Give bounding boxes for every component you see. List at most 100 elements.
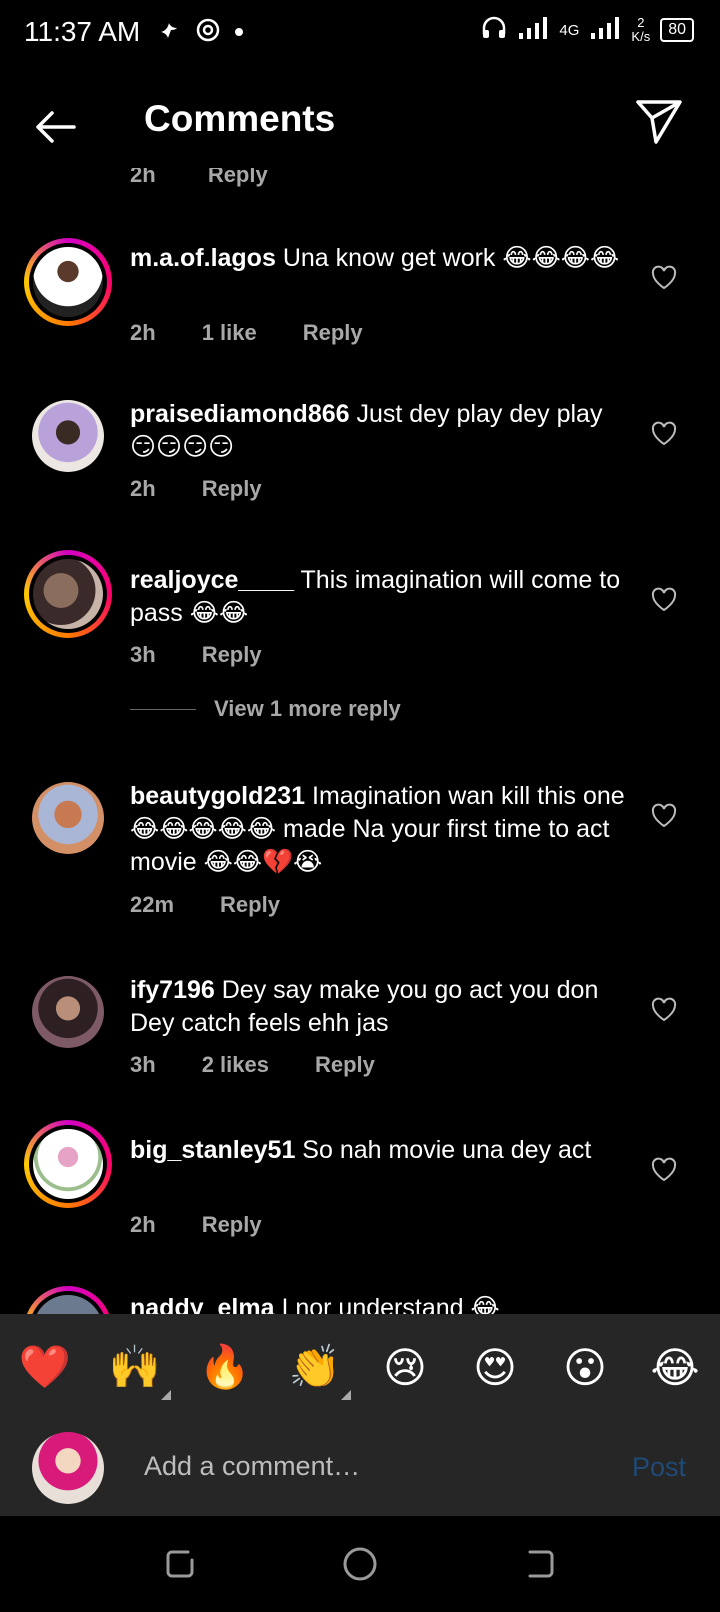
emoji-heart-eyes[interactable]: 😍 (465, 1343, 525, 1392)
comment-meta: 2h Reply (130, 1212, 262, 1238)
like-button[interactable] (650, 586, 678, 614)
comment-body: So nah movie una dey act (295, 1136, 592, 1164)
back-button[interactable] (30, 102, 80, 152)
reply-button[interactable]: Reply (303, 320, 363, 346)
signal-icon (517, 17, 549, 43)
avatar[interactable] (24, 1286, 112, 1314)
view-more-replies[interactable]: View 1 more reply (130, 696, 401, 722)
system-icons: 4G 2 K/s 80 (481, 16, 694, 44)
status-bar: 11:37 AM 4G 2 K/s 80 (0, 0, 720, 66)
emoji-laughing[interactable]: 😂 (645, 1343, 705, 1392)
headphones-icon (481, 16, 507, 44)
view-more-label[interactable]: View 1 more reply (214, 696, 401, 722)
comment-meta: 3h 2 likes Reply (130, 1052, 375, 1078)
heart-icon (651, 421, 677, 446)
emoji-clap-glyph: 👏 (288, 1342, 342, 1390)
heart-icon (651, 997, 677, 1022)
back-nav-icon (528, 1550, 554, 1578)
emoji-raised-hands[interactable]: 🙌 (105, 1343, 171, 1400)
header: Comments (0, 66, 720, 182)
comment-text: praisediamond866 Just dey play dey play … (130, 398, 630, 464)
comment-meta: 22m Reply (130, 892, 280, 918)
comment-meta: 2h 1 like Reply (130, 320, 363, 346)
signal-icon-2 (589, 17, 621, 43)
reply-button[interactable]: Reply (202, 476, 262, 502)
comment-text: big_stanley51 So nah movie una dey act (130, 1134, 630, 1167)
comment-text: ify7196 Dey say make you go act you don … (130, 974, 630, 1040)
avatar[interactable] (32, 400, 104, 472)
username[interactable]: realjoyce____ (130, 566, 294, 594)
comment-text: beautygold231 Imagination wan kill this … (130, 780, 630, 879)
comment-list[interactable]: 2h Reply m.a.of.lagos Una know get work … (0, 168, 720, 1314)
divider (130, 708, 196, 710)
like-button[interactable] (650, 420, 678, 448)
username[interactable]: ify7196 (130, 976, 215, 1004)
notification-icons (158, 18, 244, 47)
username[interactable]: m.a.of.lagos (130, 244, 276, 272)
comment-composer: Post (0, 1420, 720, 1516)
send-icon (636, 100, 682, 144)
heart-icon (651, 265, 677, 290)
skin-tone-indicator-icon (161, 1389, 171, 1400)
comment-text: naddy_elma I nor understand 😂 (130, 1292, 630, 1314)
like-count[interactable]: 2 likes (202, 1052, 269, 1078)
reply-button[interactable]: Reply (202, 642, 262, 668)
dot-icon (234, 24, 244, 42)
avatar[interactable] (32, 976, 104, 1048)
partial-comment-meta: 2h Reply (130, 168, 314, 188)
home-button[interactable] (340, 1544, 380, 1584)
net-speed-value: 2 (637, 15, 645, 30)
username[interactable]: praisediamond866 (130, 400, 350, 428)
comment-text: m.a.of.lagos Una know get work 😂😂😂😂 (130, 242, 630, 275)
reply-button[interactable]: Reply (220, 892, 280, 918)
emoji-clap[interactable]: 👏 (285, 1342, 351, 1400)
like-button[interactable] (650, 996, 678, 1024)
net-speed: 2 K/s (631, 16, 650, 44)
like-count[interactable]: 1 like (202, 320, 257, 346)
comment-time: 2h (130, 168, 156, 187)
like-button[interactable] (650, 802, 678, 830)
reply-button[interactable]: Reply (208, 168, 268, 187)
username[interactable]: naddy_elma (130, 1294, 275, 1314)
comment-time: 3h (130, 1052, 156, 1077)
avatar (32, 1432, 104, 1504)
avatar[interactable] (24, 1120, 112, 1208)
like-button[interactable] (650, 1156, 678, 1184)
reply-button[interactable]: Reply (202, 1212, 262, 1238)
home-icon (343, 1547, 377, 1581)
username[interactable]: big_stanley51 (130, 1136, 295, 1164)
emoji-crying[interactable]: 😢 (375, 1343, 435, 1392)
comment-text: realjoyce____ This imagination will come… (130, 564, 630, 630)
emoji-heart[interactable]: ❤️ (15, 1343, 75, 1392)
recents-button[interactable] (160, 1544, 200, 1584)
back-nav-button[interactable] (520, 1544, 560, 1584)
username[interactable]: beautygold231 (130, 782, 305, 810)
post-button[interactable]: Post (632, 1452, 686, 1483)
avatar[interactable] (32, 782, 104, 854)
bird-icon (158, 18, 182, 47)
arrow-left-icon (36, 111, 76, 143)
avatar[interactable] (24, 238, 112, 326)
share-button[interactable] (634, 96, 684, 146)
comment-time: 2h (130, 1212, 156, 1237)
comment-meta: 3h Reply (130, 642, 262, 668)
like-button[interactable] (650, 264, 678, 292)
page-title: Comments (144, 98, 336, 139)
navigation-bar (0, 1516, 720, 1612)
comment-input[interactable] (142, 1450, 586, 1483)
comment-time: 3h (130, 642, 156, 667)
emoji-surprised[interactable]: 😮 (555, 1343, 615, 1392)
heart-icon (651, 1157, 677, 1182)
heart-icon (651, 587, 677, 612)
chrome-icon (196, 18, 220, 47)
comment-meta: 2h Reply (130, 476, 262, 502)
avatar[interactable] (24, 550, 112, 638)
status-time: 11:37 AM (24, 16, 141, 47)
network-type: 4G (559, 21, 580, 39)
emoji-fire[interactable]: 🔥 (195, 1343, 255, 1392)
reply-button[interactable]: Reply (315, 1052, 375, 1078)
comment-time: 2h (130, 476, 156, 501)
recents-icon (166, 1550, 194, 1578)
comment-time: 2h (130, 320, 156, 345)
comment-body: Una know get work 😂😂😂😂 (275, 244, 620, 272)
